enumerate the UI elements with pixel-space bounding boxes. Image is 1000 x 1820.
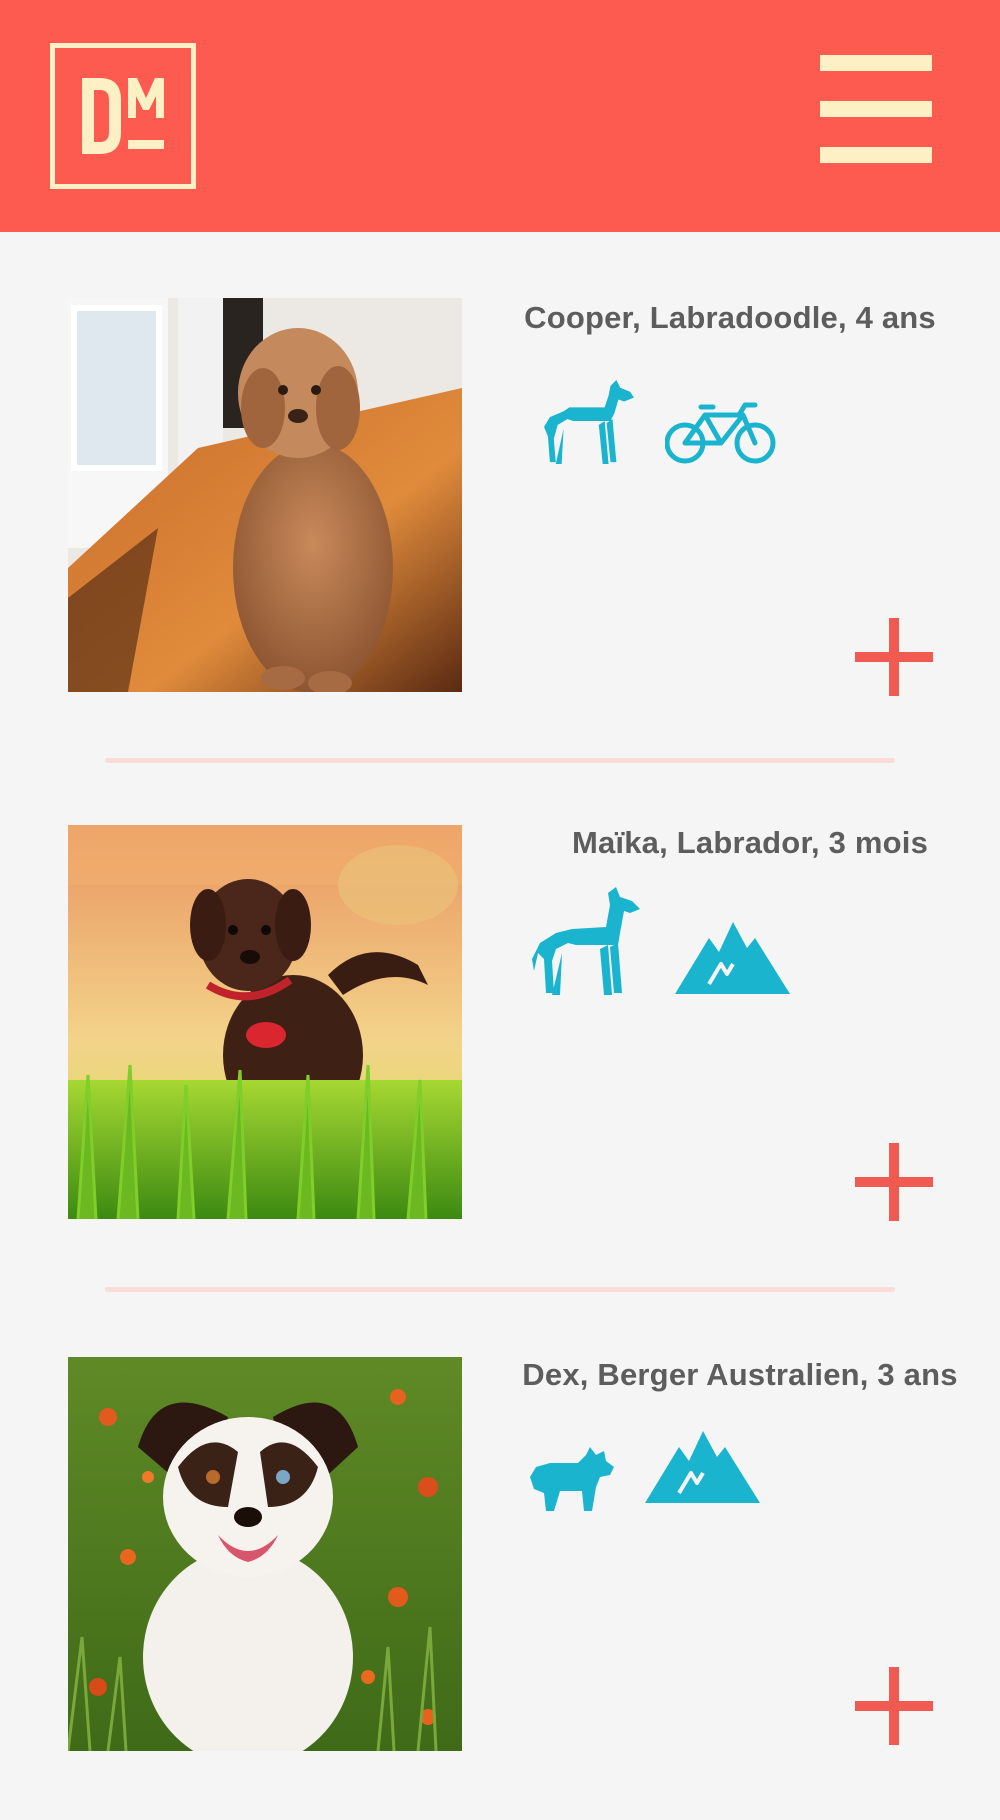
dog-photo [68, 1357, 462, 1751]
dog-title: Maïka, Labrador, 3 mois [571, 825, 929, 860]
giant-dog-icon [532, 883, 650, 998]
menu-bar [820, 101, 932, 117]
add-plus-icon[interactable] [855, 1143, 933, 1221]
dog-title: Dex, Berger Australien, 3 ans [522, 1357, 958, 1392]
divider [105, 758, 895, 763]
dm-logo[interactable] [50, 43, 196, 189]
dm-logo-mark [82, 78, 164, 154]
dog-photo [68, 298, 462, 692]
dog-card-cooper: Cooper, Labradoodle, 4 ans [0, 298, 1000, 696]
dog-title: Cooper, Labradoodle, 4 ans [524, 300, 936, 335]
divider [105, 1287, 895, 1292]
dog-card-maika: Maïka, Labrador, 3 mois [0, 825, 1000, 1221]
dog-card-dex: Dex, Berger Australien, 3 ans [0, 1357, 1000, 1752]
hamburger-menu-icon[interactable] [820, 55, 932, 163]
add-plus-icon[interactable] [855, 1667, 933, 1745]
large-dog-icon [540, 378, 638, 466]
dog-photo [68, 825, 462, 1219]
mountain-icon [645, 1429, 760, 1504]
app-header [0, 0, 1000, 232]
add-plus-icon[interactable] [855, 618, 933, 696]
menu-bar [820, 147, 932, 163]
menu-bar [820, 55, 932, 71]
small-dog-icon [530, 1445, 616, 1513]
mountain-icon [675, 920, 790, 995]
bicycle-icon [665, 401, 777, 465]
